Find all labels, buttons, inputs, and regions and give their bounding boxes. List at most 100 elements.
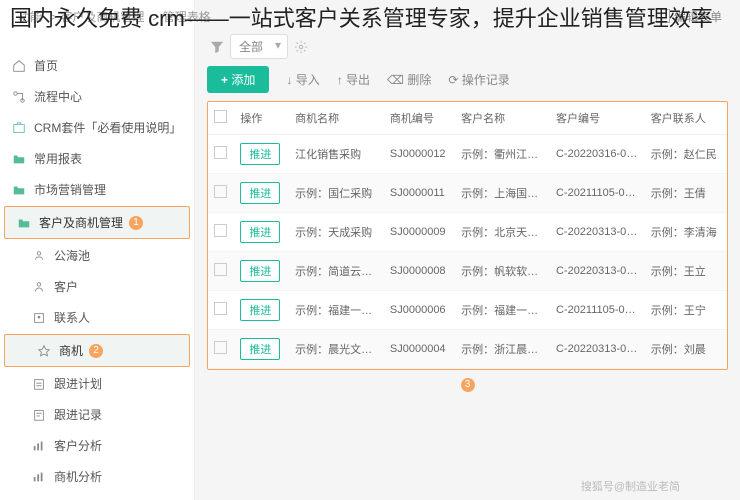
plan-icon [32,377,46,391]
delete-button[interactable]: ⌫ 删除 [384,71,431,88]
cell-customer: 示例：帆软软件有限公司 [455,252,550,291]
page-headline: 国内永久免费 crm——一站式客户关系管理专家，提升企业销售管理效率 [0,0,740,39]
cell-name: 示例：晨光文具设备… [289,330,384,369]
add-button[interactable]: 添加 [207,66,269,93]
gear-icon[interactable] [294,40,308,54]
column-header: 操作 [234,102,289,135]
table-row[interactable]: 推进示例：简道云采购SJ0000008示例：帆软软件有限公司C-20220313… [208,252,727,291]
table-row[interactable]: 推进示例：国仁采购SJ0000011示例：上海国仁有限…C-20211105-0… [208,174,727,213]
sidebar-item-label: 公海池 [54,247,90,264]
cell-code: SJ0000008 [384,252,455,291]
ana-icon [32,470,46,484]
column-header: 商机编号 [384,102,455,135]
sidebar-item-联系人[interactable]: 联系人 [0,302,194,333]
cell-code: SJ0000012 [384,135,455,174]
sidebar-item-label: 客户 [54,278,78,295]
sidebar-item-label: 跟进记录 [54,406,102,423]
annotation-badge: 2 [89,344,103,358]
toolbar: 添加 ↓ 导入 ↑ 导出 ⌫ 删除 ⟳ 操作记录 [207,66,728,93]
cell-customer-code: C-20211105-0000001 [550,174,645,213]
import-button[interactable]: ↓ 导入 [283,71,319,88]
cell-code: SJ0000004 [384,330,455,369]
cell-name: 示例：天成采购 [289,213,384,252]
cell-contact: 示例：李清海 [645,213,727,252]
cell-code: SJ0000011 [384,174,455,213]
row-checkbox[interactable] [214,302,227,315]
column-header: 客户编号 [550,102,645,135]
cell-customer-code: C-20220316-0000001 [550,135,645,174]
cell-customer: 示例：上海国仁有限… [455,174,550,213]
opp-icon [37,344,51,358]
row-checkbox[interactable] [214,146,227,159]
row-checkbox[interactable] [214,224,227,237]
sidebar-item-客户及商机管理[interactable]: 客户及商机管理 1 [4,206,190,239]
watermark: 搜狐号@制造业老简 [581,478,680,494]
main-content: 添加 ↓ 导入 ↑ 导出 ⌫ 删除 ⟳ 操作记录 操作商机名称商机编号客户名称客… [195,0,740,500]
sidebar-item-商机[interactable]: 商机 2 [4,334,190,367]
folder-icon [12,152,26,166]
sidebar-item-label: 联系人 [54,309,90,326]
sidebar-item-跟进记录[interactable]: 跟进记录 [0,399,194,430]
sidebar-item-跟进计划[interactable]: 跟进计划 [0,368,194,399]
contact-icon [32,311,46,325]
cell-customer-code: C-20211105-0000004 [550,291,645,330]
select-all-checkbox[interactable] [214,110,227,123]
cell-code: SJ0000006 [384,291,455,330]
sidebar-item-label: 客户及商机管理 [39,214,123,231]
home-icon [12,59,26,73]
cell-customer: 示例：福建一高集团 [455,291,550,330]
sidebar-item-客户[interactable]: 客户 [0,271,194,302]
sidebar-item-label: 市场营销管理 [34,181,106,198]
sidebar-item-常用报表[interactable]: 常用报表 [0,143,194,174]
table-row[interactable]: 推进示例：天成采购SJ0000009示例：北京天诚软件…C-20220313-0… [208,213,727,252]
sidebar-item-商机分析[interactable]: 商机分析 [0,461,194,492]
cell-name: 示例：简道云采购 [289,252,384,291]
kit-icon [12,121,26,135]
sidebar-item-首页[interactable]: 首页 [0,50,194,81]
sidebar-item-label: 常用报表 [34,150,82,167]
filter-icon [210,40,224,54]
cell-customer-code: C-20220313-0000001 [550,252,645,291]
table-row[interactable]: 推进江化销售采购SJ0000012示例：衢州江化集团C-20220316-000… [208,135,727,174]
push-button[interactable]: 推进 [240,221,280,243]
row-checkbox[interactable] [214,185,227,198]
sidebar-item-流程中心[interactable]: 流程中心 [0,81,194,112]
push-button[interactable]: 推进 [240,260,280,282]
cell-contact: 示例：王宁 [645,291,727,330]
column-header: 商机名称 [289,102,384,135]
column-header: 客户联系人 [645,102,727,135]
sidebar-item-公海池[interactable]: 公海池 [0,240,194,271]
cell-customer: 示例：浙江晨光文具… [455,330,550,369]
sidebar-item-label: 跟进计划 [54,375,102,392]
push-button[interactable]: 推进 [240,299,280,321]
sidebar-item-label: 商机分析 [54,468,102,485]
cell-name: 示例：福建一高3月订单 [289,291,384,330]
sidebar-item-label: 商机 [59,342,83,359]
push-button[interactable]: 推进 [240,143,280,165]
cell-customer-code: C-20220313-0000002 [550,213,645,252]
row-checkbox[interactable] [214,263,227,276]
cell-name: 江化销售采购 [289,135,384,174]
push-button[interactable]: 推进 [240,338,280,360]
cust-icon [32,280,46,294]
sidebar: 首页流程中心 CRM套件「必看使用说明」常用报表市场营销管理客户及商机管理 1 公海池… [0,0,195,500]
cell-customer: 示例：北京天诚软件… [455,213,550,252]
cell-customer-code: C-20220313-0000004 [550,330,645,369]
folder-icon [12,183,26,197]
sidebar-item-label: 流程中心 [34,88,82,105]
sidebar-item-市场营销管理[interactable]: 市场营销管理 [0,174,194,205]
table-row[interactable]: 推进示例：福建一高3月订单SJ0000006示例：福建一高集团C-2021110… [208,291,727,330]
data-table: 操作商机名称商机编号客户名称客户编号客户联系人推进江化销售采购SJ0000012… [207,101,728,370]
operation-log-button[interactable]: ⟳ 操作记录 [445,71,509,88]
column-header: 客户名称 [455,102,550,135]
sidebar-item-产品报价管理[interactable]: 产品报价管理 [0,492,194,500]
annotation-badge: 1 [129,216,143,230]
table-row[interactable]: 推进示例：晨光文具设备…SJ0000004示例：浙江晨光文具…C-2022031… [208,330,727,369]
cell-customer: 示例：衢州江化集团 [455,135,550,174]
export-button[interactable]: ↑ 导出 [334,71,370,88]
sidebar-item-客户分析[interactable]: 客户分析 [0,430,194,461]
row-checkbox[interactable] [214,341,227,354]
flow-icon [12,90,26,104]
sidebar-item-CRM套件「必看使用说明」[interactable]: CRM套件「必看使用说明」 [0,112,194,143]
push-button[interactable]: 推进 [240,182,280,204]
